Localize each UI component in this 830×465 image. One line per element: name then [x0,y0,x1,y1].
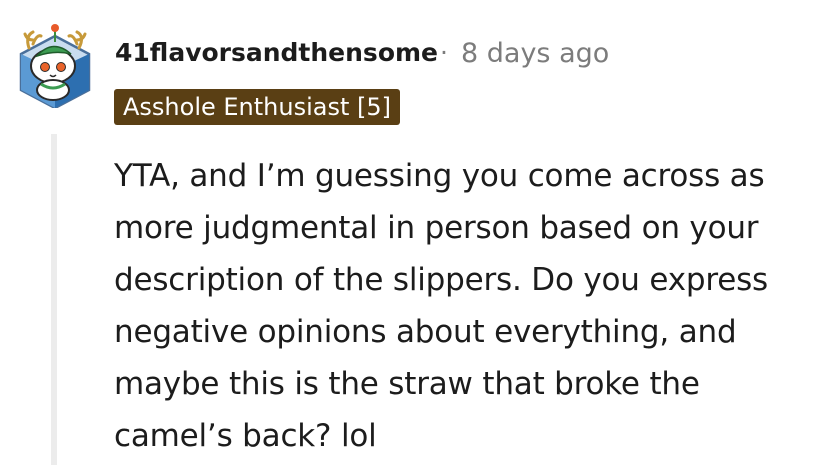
user-flair-badge: Asshole Enthusiast [5] [114,89,401,125]
comment-body: YTA, and I’m guessing you come across as… [114,158,768,454]
thread-collapse-line[interactable] [51,134,57,465]
meta-separator: · [440,38,448,67]
comment: 41flavorsandthensome · 8 days ago Asshol… [0,0,830,465]
timestamp-link[interactable]: 8 days ago [461,38,609,69]
username-link[interactable]: 41flavorsandthensome [115,38,438,67]
snoo-avatar-icon[interactable] [15,22,95,110]
